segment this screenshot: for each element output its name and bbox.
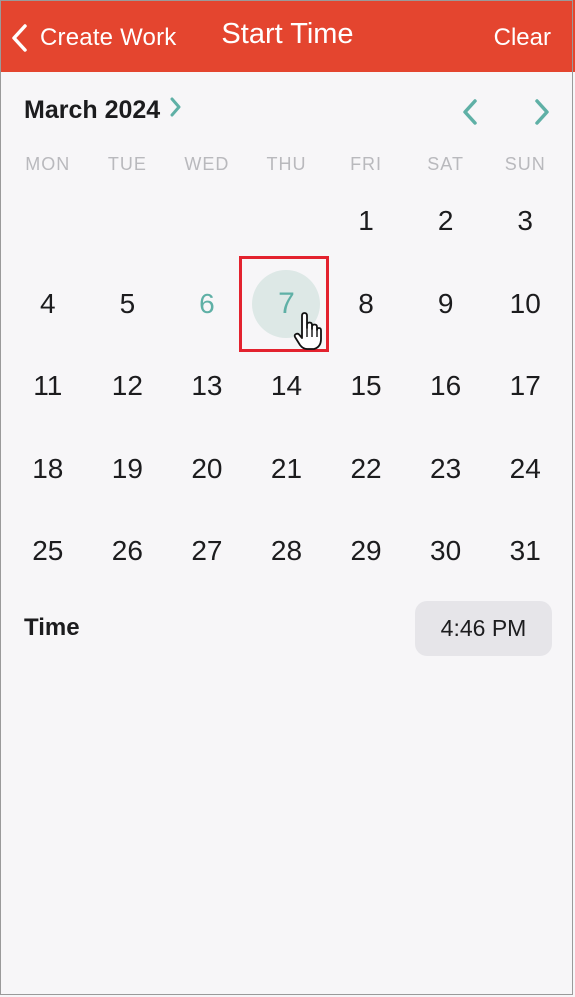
chevron-right-small-icon (160, 96, 182, 125)
empty-day-cell (247, 180, 327, 263)
day-number: 18 (32, 452, 64, 484)
day-number: 11 (33, 370, 63, 402)
day-cell[interactable]: 26 (88, 510, 168, 593)
day-number: 16 (430, 370, 462, 402)
day-number: 26 (111, 535, 143, 567)
day-number: 2 (437, 205, 454, 237)
day-cell[interactable]: 16 (406, 345, 486, 428)
day-number: 12 (111, 370, 143, 402)
day-number: 9 (437, 287, 454, 319)
day-cell-today[interactable]: 6 (167, 263, 247, 346)
day-number: 3 (517, 205, 533, 237)
day-number: 25 (32, 535, 64, 567)
day-number: 31 (509, 535, 541, 567)
calendar-days-grid: 1 2 3 4 5 6 7 8 9 10 11 12 13 14 15 16 17 18 19 20 21 22 23 24 2… (8, 180, 565, 593)
day-cell[interactable]: 17 (485, 345, 565, 428)
day-number: 4 (39, 287, 56, 319)
next-month-button[interactable] (532, 96, 552, 133)
day-cell[interactable]: 18 (8, 428, 88, 511)
day-number: 30 (430, 535, 462, 567)
day-number: 20 (191, 452, 223, 484)
empty-day-cell (167, 180, 247, 263)
day-cell[interactable]: 22 (326, 428, 406, 511)
day-cell[interactable]: 23 (406, 428, 486, 511)
time-picker-button[interactable]: 4:46 PM (415, 601, 552, 656)
day-cell[interactable]: 21 (247, 428, 327, 511)
day-number: 15 (350, 370, 382, 402)
time-label: Time (24, 614, 80, 641)
day-number: 10 (509, 287, 541, 319)
day-cell[interactable]: 5 (88, 263, 168, 346)
previous-month-button[interactable] (460, 96, 480, 133)
day-cell[interactable]: 13 (167, 345, 247, 428)
day-number: 14 (270, 370, 303, 402)
weekday-label: TUE (107, 154, 147, 174)
day-number: 8 (358, 287, 374, 319)
chevron-right-icon (532, 99, 552, 132)
month-label: March 2024 (24, 96, 161, 124)
day-number: 19 (111, 452, 143, 484)
weekday-label: THU (266, 154, 307, 174)
chevron-left-icon (460, 99, 480, 132)
day-cell[interactable]: 14 (247, 345, 327, 428)
day-number: 6 (199, 287, 215, 319)
day-number: 1 (358, 205, 374, 237)
day-cell[interactable]: 2 (406, 180, 486, 263)
day-cell[interactable]: 1 (326, 180, 406, 263)
navigation-bar: Create Work Start Time Clear (0, 0, 575, 72)
day-number: 23 (430, 452, 462, 484)
day-number: 13 (191, 370, 223, 402)
weekday-label: MON (25, 154, 71, 174)
day-cell[interactable]: 3 (485, 180, 565, 263)
day-number: 17 (509, 370, 541, 402)
page-title: Start Time (221, 18, 354, 50)
empty-day-cell (8, 180, 88, 263)
day-cell[interactable]: 9 (406, 263, 486, 346)
day-cell[interactable]: 20 (167, 428, 247, 511)
hand-pointer-icon (293, 311, 323, 356)
weekday-header: MON TUE WED THU FRI SAT SUN (8, 154, 565, 175)
day-cell[interactable]: 24 (485, 428, 565, 511)
day-cell[interactable]: 15 (326, 345, 406, 428)
day-cell[interactable]: 8 (326, 263, 406, 346)
day-cell[interactable]: 29 (326, 510, 406, 593)
day-number: 27 (191, 535, 223, 567)
day-cell[interactable]: 11 (8, 345, 88, 428)
day-number: 24 (509, 452, 541, 484)
day-number: 22 (350, 452, 382, 484)
day-number: 28 (270, 535, 303, 567)
day-cell[interactable]: 19 (88, 428, 168, 511)
day-cell[interactable]: 12 (88, 345, 168, 428)
day-cell[interactable]: 25 (8, 510, 88, 593)
day-cell[interactable]: 10 (485, 263, 565, 346)
day-cell[interactable]: 28 (247, 510, 327, 593)
day-number: 29 (350, 535, 382, 567)
weekday-label: SUN (504, 154, 546, 174)
day-cell[interactable]: 30 (406, 510, 486, 593)
month-header: March 2024 (24, 96, 555, 132)
day-cell[interactable]: 27 (167, 510, 247, 593)
weekday-label: FRI (350, 154, 383, 174)
month-year-button[interactable]: March 2024 (24, 96, 182, 125)
day-cell[interactable]: 4 (8, 263, 88, 346)
clear-button[interactable]: Clear (494, 24, 551, 52)
weekday-label: WED (184, 154, 230, 174)
day-cell[interactable]: 31 (485, 510, 565, 593)
empty-day-cell (88, 180, 168, 263)
weekday-label: SAT (427, 154, 464, 174)
day-number: 21 (270, 452, 303, 484)
day-number: 5 (119, 287, 136, 319)
